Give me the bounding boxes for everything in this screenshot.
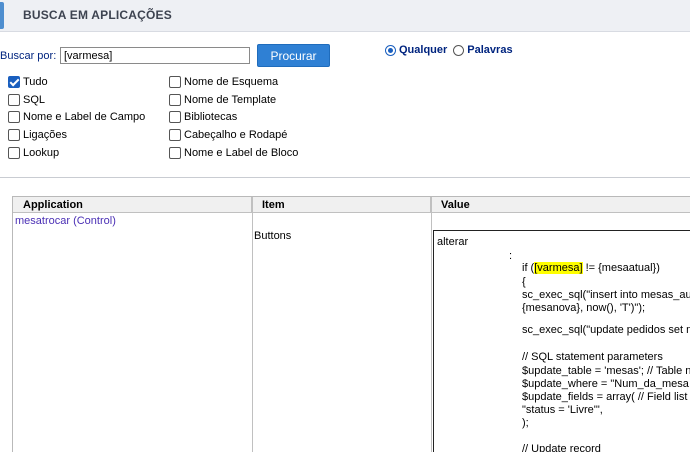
- filter-ligacoes-label: Ligações: [23, 129, 68, 141]
- filter-lookup-label: Lookup: [23, 147, 60, 159]
- filter-tudo[interactable]: Tudo: [8, 76, 48, 88]
- filter-ligacoes[interactable]: Ligações: [8, 129, 67, 141]
- filter-cabecalho-rodape-label: Cabeçalho e Rodapé: [184, 129, 288, 141]
- filter-lookup[interactable]: Lookup: [8, 147, 59, 159]
- filter-nome-template-label: Nome de Template: [184, 94, 277, 106]
- code-line: );: [522, 417, 529, 429]
- page-title: BUSCA EM APLICAÇÕES: [23, 8, 172, 22]
- filter-cabecalho-rodape[interactable]: Cabeçalho e Rodapé: [169, 129, 287, 141]
- result-application-cell[interactable]: mesatrocar (Control): [15, 215, 116, 227]
- filter-sql[interactable]: SQL: [8, 94, 45, 106]
- code-colon: :: [509, 250, 513, 262]
- filter-nome-label-bloco-label: Nome e Label de Bloco: [184, 147, 299, 159]
- radio-palavras-button[interactable]: [453, 44, 465, 56]
- filter-sql-label: SQL: [23, 94, 46, 106]
- filter-sql-checkbox[interactable]: [8, 94, 20, 106]
- radio-palavras[interactable]: Palavras: [453, 44, 513, 56]
- filter-nome-label-bloco-checkbox[interactable]: [169, 147, 181, 159]
- filter-nome-esquema-label: Nome de Esquema: [184, 76, 279, 88]
- code-if-prefix: if (: [522, 262, 535, 274]
- radio-qualquer-button[interactable]: [385, 44, 396, 56]
- search-label: Buscar por:: [0, 50, 57, 62]
- code-line: // Update record: [522, 443, 601, 452]
- column-header-item[interactable]: Item: [252, 197, 431, 213]
- code-if-suffix: != {mesaatual}): [582, 262, 660, 274]
- filter-nome-label-campo[interactable]: Nome e Label de Campo: [8, 111, 145, 123]
- filter-ligacoes-checkbox[interactable]: [8, 129, 20, 141]
- filter-nome-esquema-checkbox[interactable]: [169, 76, 181, 88]
- search-button[interactable]: Procurar: [257, 44, 330, 67]
- column-header-application[interactable]: Application: [13, 197, 252, 213]
- column-header-value[interactable]: Value: [431, 197, 690, 213]
- code-line: $update_fields = array( // Field list: [522, 391, 688, 403]
- radio-palavras-label: Palavras: [467, 44, 513, 56]
- result-value-cell: alterar : if ([varmesa] != {mesaatual}) …: [433, 230, 690, 452]
- code-line: sc_exec_sql("insert into mesas_au: [522, 289, 690, 301]
- code-event-name: alterar: [437, 236, 469, 248]
- column-separator: [252, 197, 253, 452]
- search-highlight: [varmesa]: [534, 262, 583, 274]
- code-line: // SQL statement parameters: [522, 351, 663, 363]
- filter-nome-label-campo-checkbox[interactable]: [8, 111, 20, 123]
- code-line: {mesanova}, now(), 'T')");: [522, 302, 646, 314]
- filter-cabecalho-rodape-checkbox[interactable]: [169, 129, 181, 141]
- code-line: {: [522, 276, 526, 288]
- filter-tudo-label: Tudo: [23, 76, 48, 88]
- filter-nome-label-bloco[interactable]: Nome e Label de Bloco: [169, 147, 298, 159]
- header-accent-bar: [0, 2, 4, 29]
- code-if-line: if ([varmesa] != {mesaatual}): [522, 262, 660, 274]
- filter-nome-label-campo-label: Nome e Label de Campo: [23, 111, 146, 123]
- filter-lookup-checkbox[interactable]: [8, 147, 20, 159]
- code-line: sc_exec_sql("update pedidos set m: [522, 324, 690, 336]
- search-input[interactable]: [60, 47, 250, 64]
- filter-tudo-checkbox[interactable]: [8, 76, 20, 88]
- radio-qualquer-label: Qualquer: [399, 44, 448, 56]
- column-separator: [431, 197, 432, 452]
- section-divider: [0, 177, 690, 178]
- code-line: $update_where = "Num_da_mesa: [522, 378, 689, 390]
- filter-nome-template[interactable]: Nome de Template: [169, 94, 276, 106]
- filter-nome-esquema[interactable]: Nome de Esquema: [169, 76, 278, 88]
- result-item-cell: Buttons: [254, 230, 292, 242]
- radio-qualquer[interactable]: Qualquer: [385, 44, 447, 56]
- code-line: "status = 'Livre'",: [522, 404, 603, 416]
- page-header: BUSCA EM APLICAÇÕES: [0, 0, 690, 32]
- code-line: $update_table = 'mesas'; // Table n: [522, 365, 690, 377]
- filter-bibliotecas[interactable]: Bibliotecas: [169, 111, 237, 123]
- filter-bibliotecas-checkbox[interactable]: [169, 111, 181, 123]
- filter-nome-template-checkbox[interactable]: [169, 94, 181, 106]
- match-mode-group: Qualquer Palavras: [385, 44, 519, 56]
- filter-bibliotecas-label: Bibliotecas: [184, 111, 238, 123]
- results-table: Application Item Value mesatrocar (Contr…: [12, 196, 690, 452]
